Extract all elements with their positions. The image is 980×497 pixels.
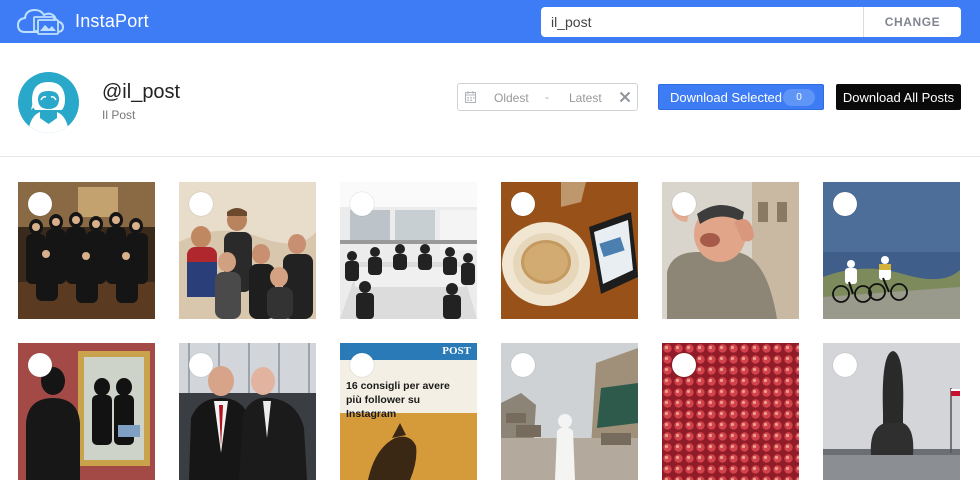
download-selected-button[interactable]: Download Selected 0 xyxy=(658,84,824,110)
masthead-text: POST xyxy=(442,345,471,357)
profile-username: @il_post xyxy=(102,81,181,103)
download-selected-label: Download Selected xyxy=(670,90,783,105)
select-post-checkbox[interactable] xyxy=(28,353,52,377)
calendar-icon xyxy=(465,91,476,103)
selected-count-badge: 0 xyxy=(783,89,815,106)
user-silhouette-icon xyxy=(28,82,69,133)
clear-date-icon[interactable] xyxy=(618,90,632,104)
post-caption: 16 consigli per avere più follower su In… xyxy=(346,380,450,420)
username-input[interactable] xyxy=(541,7,863,37)
post-thumbnail[interactable] xyxy=(340,182,477,319)
brand-name: InstaPort xyxy=(75,11,149,31)
post-thumbnail[interactable] xyxy=(823,182,960,319)
select-post-checkbox[interactable] xyxy=(833,192,857,216)
date-from-field[interactable]: Oldest xyxy=(494,91,529,105)
post-thumbnail[interactable] xyxy=(18,343,155,480)
select-post-checkbox[interactable] xyxy=(350,192,374,216)
date-to-field[interactable]: Latest xyxy=(569,91,602,105)
select-post-checkbox[interactable] xyxy=(672,353,696,377)
profile-header: @il_post Il Post Oldest - Latest Downloa… xyxy=(0,43,980,157)
select-post-checkbox[interactable] xyxy=(189,353,213,377)
select-post-checkbox[interactable] xyxy=(672,192,696,216)
username-search: CHANGE xyxy=(541,7,961,37)
select-post-checkbox[interactable] xyxy=(28,192,52,216)
post-thumbnail[interactable] xyxy=(501,182,638,319)
top-bar: InstaPort CHANGE xyxy=(0,0,980,43)
download-all-button[interactable]: Download All Posts xyxy=(836,84,961,110)
post-thumbnail[interactable] xyxy=(18,182,155,319)
post-thumbnail[interactable] xyxy=(662,343,799,480)
post-thumbnail[interactable] xyxy=(179,182,316,319)
date-range-picker[interactable]: Oldest - Latest xyxy=(457,83,638,111)
cloud-photo-logo-icon xyxy=(17,8,65,35)
select-post-checkbox[interactable] xyxy=(189,192,213,216)
select-post-checkbox[interactable] xyxy=(350,353,374,377)
post-thumbnail[interactable] xyxy=(662,182,799,319)
select-post-checkbox[interactable] xyxy=(511,192,535,216)
post-thumbnail[interactable] xyxy=(179,343,316,480)
post-thumbnail[interactable] xyxy=(823,343,960,480)
post-thumbnail[interactable] xyxy=(501,343,638,480)
post-thumbnail[interactable]: POST 16 consigli per avere più follower … xyxy=(340,343,477,480)
profile-full-name: Il Post xyxy=(102,108,136,122)
select-post-checkbox[interactable] xyxy=(833,353,857,377)
select-post-checkbox[interactable] xyxy=(511,353,535,377)
date-separator: - xyxy=(545,90,549,104)
change-button[interactable]: CHANGE xyxy=(863,7,961,37)
avatar xyxy=(18,72,79,133)
